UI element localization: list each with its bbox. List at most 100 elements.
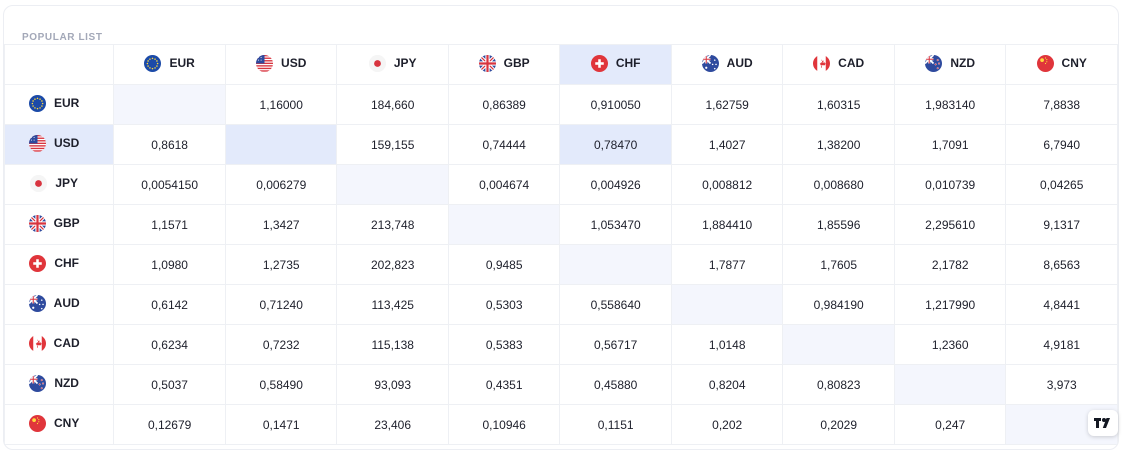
rate-cell-jpy-aud[interactable]: 0,008812 (670, 164, 784, 205)
rate-cell-cad-cny[interactable]: 4,9181 (1005, 324, 1118, 365)
row-header-jpy[interactable]: JPY (4, 164, 115, 205)
row-currency-nzd[interactable]: NZD (29, 374, 79, 392)
rate-cell-nzd-nzd[interactable] (893, 364, 1007, 405)
rate-cell-gbp-gbp[interactable] (447, 204, 561, 245)
row-currency-eur[interactable]: EUR (28, 94, 79, 112)
rate-cell-aud-cad[interactable]: 0,984190 (782, 284, 895, 325)
rate-cell-cad-cad[interactable] (782, 324, 895, 365)
rate-cell-eur-eur[interactable] (113, 84, 226, 125)
rate-cell-chf-chf[interactable] (559, 244, 672, 285)
tradingview-logo[interactable] (1088, 410, 1118, 436)
rate-cell-jpy-eur[interactable]: 0,0054150 (113, 164, 226, 205)
rate-cell-cny-aud[interactable]: 0,202 (670, 404, 784, 445)
row-header-usd[interactable]: USD (4, 124, 115, 165)
row-currency-cad[interactable]: CAD (28, 334, 80, 352)
column-currency-nzd[interactable]: NZD (925, 54, 975, 72)
rate-cell-nzd-eur[interactable]: 0,5037 (113, 364, 226, 405)
rate-cell-usd-chf[interactable]: 0,78470 (559, 124, 672, 165)
rate-cell-jpy-usd[interactable]: 0,006279 (224, 164, 338, 205)
rate-cell-cny-gbp[interactable]: 0,10946 (447, 404, 561, 445)
column-header-eur[interactable]: EUR (113, 44, 226, 85)
rate-cell-nzd-cad[interactable]: 0,80823 (782, 364, 895, 405)
rate-cell-eur-nzd[interactable]: 1,983140 (893, 84, 1007, 125)
row-currency-jpy[interactable]: JPY (30, 174, 78, 192)
row-currency-chf[interactable]: CHF (29, 254, 79, 272)
rate-cell-gbp-eur[interactable]: 1,1571 (113, 204, 226, 245)
rate-cell-eur-aud[interactable]: 1,62759 (670, 84, 784, 125)
rate-cell-usd-cny[interactable]: 6,7940 (1005, 124, 1118, 165)
rate-cell-chf-cny[interactable]: 8,6563 (1005, 244, 1118, 285)
rate-cell-cny-eur[interactable]: 0,12679 (113, 404, 226, 445)
rate-cell-cny-jpy[interactable]: 23,406 (336, 404, 449, 445)
row-header-gbp[interactable]: GBP (4, 204, 115, 245)
column-currency-cad[interactable]: CAD (813, 54, 864, 72)
column-header-gbp[interactable]: GBP (447, 44, 561, 85)
rate-cell-aud-jpy[interactable]: 113,425 (336, 284, 449, 325)
rate-cell-gbp-cad[interactable]: 1,85596 (782, 204, 895, 245)
row-header-cny[interactable]: CNY (4, 404, 115, 445)
rate-cell-gbp-aud[interactable]: 1,884410 (670, 204, 784, 245)
column-header-nzd[interactable]: NZD (893, 44, 1007, 85)
rate-cell-aud-usd[interactable]: 0,71240 (224, 284, 338, 325)
rate-cell-nzd-usd[interactable]: 0,58490 (224, 364, 338, 405)
column-currency-eur[interactable]: EUR (144, 54, 195, 72)
column-currency-jpy[interactable]: JPY (368, 54, 417, 72)
row-currency-cny[interactable]: CNY (28, 414, 79, 432)
rate-cell-usd-usd[interactable] (224, 124, 338, 165)
rate-cell-chf-eur[interactable]: 1,0980 (113, 244, 226, 285)
row-header-nzd[interactable]: NZD (4, 364, 115, 405)
rate-cell-gbp-nzd[interactable]: 2,295610 (893, 204, 1007, 245)
rate-cell-jpy-nzd[interactable]: 0,010739 (893, 164, 1007, 205)
rate-cell-nzd-jpy[interactable]: 93,093 (336, 364, 449, 405)
rate-cell-aud-nzd[interactable]: 1,217990 (893, 284, 1007, 325)
rate-cell-chf-nzd[interactable]: 2,1782 (893, 244, 1007, 285)
rate-cell-cad-usd[interactable]: 0,7232 (224, 324, 338, 365)
column-header-chf[interactable]: CHF (559, 44, 672, 85)
row-header-aud[interactable]: AUD (4, 284, 115, 325)
rate-cell-usd-gbp[interactable]: 0,74444 (447, 124, 561, 165)
rate-cell-jpy-gbp[interactable]: 0,004674 (447, 164, 561, 205)
rate-cell-cny-chf[interactable]: 0,1151 (559, 404, 672, 445)
rate-cell-chf-gbp[interactable]: 0,9485 (447, 244, 561, 285)
column-currency-aud[interactable]: AUD (701, 54, 753, 72)
rate-cell-cad-gbp[interactable]: 0,5383 (447, 324, 561, 365)
rate-cell-gbp-usd[interactable]: 1,3427 (224, 204, 338, 245)
rate-cell-cny-nzd[interactable]: 0,247 (893, 404, 1007, 445)
rate-cell-chf-jpy[interactable]: 202,823 (336, 244, 449, 285)
rate-cell-eur-cad[interactable]: 1,60315 (782, 84, 895, 125)
column-header-cny[interactable]: CNY (1005, 44, 1118, 85)
rate-cell-usd-jpy[interactable]: 159,155 (336, 124, 449, 165)
row-header-chf[interactable]: CHF (4, 244, 115, 285)
rate-cell-usd-nzd[interactable]: 1,7091 (893, 124, 1007, 165)
rate-cell-aud-chf[interactable]: 0,558640 (559, 284, 672, 325)
rate-cell-usd-cad[interactable]: 1,38200 (782, 124, 895, 165)
column-currency-chf[interactable]: CHF (590, 54, 641, 72)
rate-cell-jpy-cny[interactable]: 0,04265 (1005, 164, 1118, 205)
rate-cell-nzd-aud[interactable]: 0,8204 (670, 364, 784, 405)
row-currency-gbp[interactable]: GBP (28, 214, 80, 232)
rate-cell-cad-chf[interactable]: 0,56717 (559, 324, 672, 365)
rate-cell-cny-cad[interactable]: 0,2029 (782, 404, 895, 445)
row-currency-aud[interactable]: AUD (28, 294, 80, 312)
rate-cell-eur-jpy[interactable]: 184,660 (336, 84, 449, 125)
rate-cell-gbp-chf[interactable]: 1,053470 (559, 204, 672, 245)
rate-cell-nzd-gbp[interactable]: 0,4351 (447, 364, 561, 405)
column-header-cad[interactable]: CAD (782, 44, 895, 85)
rate-cell-cad-aud[interactable]: 1,0148 (670, 324, 784, 365)
rate-cell-cad-eur[interactable]: 0,6234 (113, 324, 226, 365)
rate-cell-cny-usd[interactable]: 0,1471 (224, 404, 338, 445)
rate-cell-eur-chf[interactable]: 0,910050 (559, 84, 672, 125)
rate-cell-gbp-cny[interactable]: 9,1317 (1005, 204, 1118, 245)
rate-cell-eur-usd[interactable]: 1,16000 (224, 84, 338, 125)
rate-cell-eur-gbp[interactable]: 0,86389 (447, 84, 561, 125)
column-currency-cny[interactable]: CNY (1036, 54, 1087, 72)
rate-cell-nzd-cny[interactable]: 3,973 (1005, 364, 1118, 405)
row-currency-usd[interactable]: USD (28, 134, 79, 152)
rate-cell-cad-nzd[interactable]: 1,2360 (893, 324, 1007, 365)
column-currency-gbp[interactable]: GBP (478, 54, 530, 72)
rate-cell-eur-cny[interactable]: 7,8838 (1005, 84, 1118, 125)
rate-cell-aud-gbp[interactable]: 0,5303 (447, 284, 561, 325)
column-header-aud[interactable]: AUD (670, 44, 784, 85)
column-header-jpy[interactable]: JPY (336, 44, 449, 85)
rate-cell-nzd-chf[interactable]: 0,45880 (559, 364, 672, 405)
